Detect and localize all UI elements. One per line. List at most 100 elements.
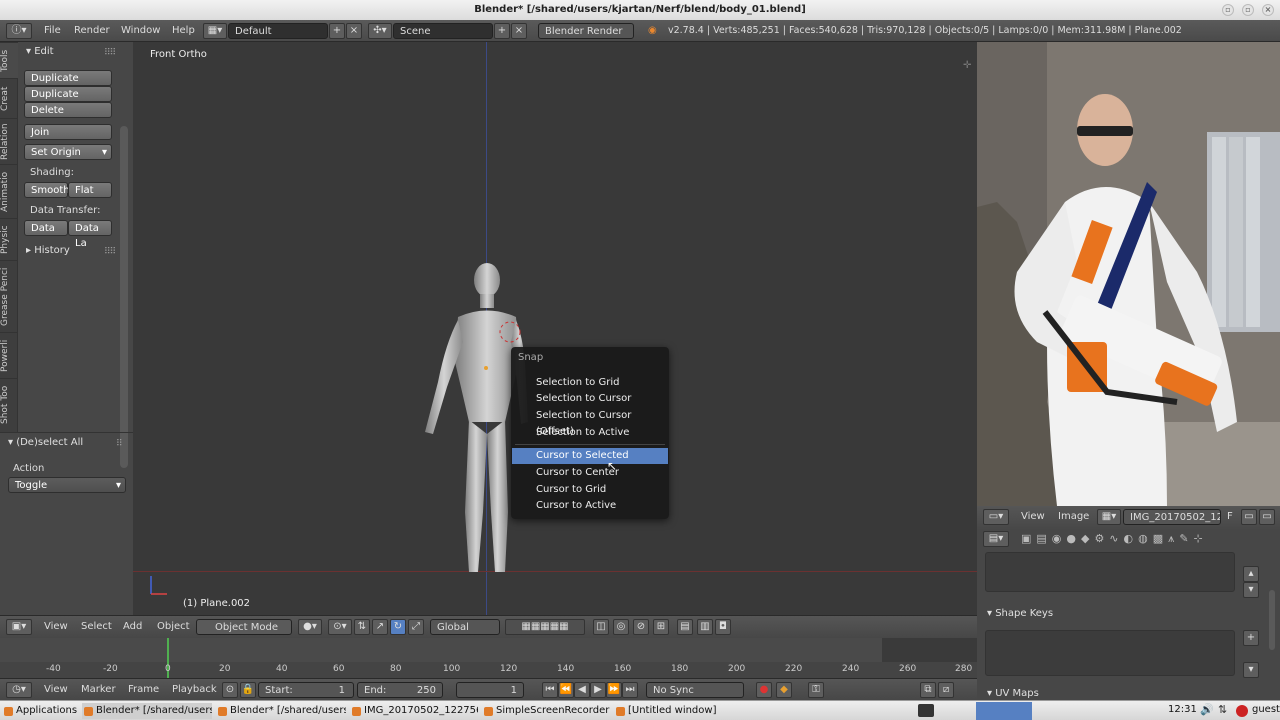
render-anim-icon[interactable]: ▥: [697, 619, 713, 635]
record-icon[interactable]: ●: [756, 682, 772, 698]
snap-element-icon[interactable]: ⊞: [653, 619, 669, 635]
proportional-icon[interactable]: ◎: [613, 619, 629, 635]
keying-set-icon[interactable]: ⚿: [808, 682, 824, 698]
timeline-ruler[interactable]: [0, 638, 977, 662]
shape-keys-list[interactable]: [985, 630, 1235, 676]
workspace-switcher[interactable]: [976, 702, 1032, 720]
layout-field[interactable]: Default: [228, 23, 328, 39]
join-button[interactable]: Join: [24, 124, 112, 140]
menu-item-selection-to-active[interactable]: Selection to Active: [512, 425, 668, 441]
editor-type-icon[interactable]: ▣▾: [6, 619, 32, 635]
translate-icon[interactable]: ↗: [372, 619, 388, 635]
tab-grease-pencil[interactable]: Grease Penci: [0, 260, 18, 332]
tab-relation[interactable]: Relation: [0, 118, 18, 164]
pivot-icon[interactable]: ⊙▾: [328, 619, 352, 635]
menu-add[interactable]: Add: [123, 619, 142, 635]
keyframe-icon[interactable]: ◆: [776, 682, 792, 698]
menu-item-cursor-to-grid[interactable]: Cursor to Grid: [512, 482, 668, 498]
sync-mode-select[interactable]: No Sync: [646, 682, 744, 698]
history-panel-header[interactable]: ▸ History: [26, 245, 70, 256]
render-engine-select[interactable]: Blender Render: [538, 23, 634, 39]
tab-physics[interactable]: Physic: [0, 218, 18, 260]
current-frame-field[interactable]: 1: [456, 682, 524, 698]
drag-handle-icon[interactable]: ⠿⠿: [104, 247, 116, 257]
menu-item-cursor-to-selected[interactable]: Cursor to Selected: [512, 448, 668, 464]
rotate-icon[interactable]: ↻: [390, 619, 406, 635]
data-button[interactable]: Data: [24, 220, 68, 236]
shape-keys-header[interactable]: ▾ Shape Keys: [987, 608, 1053, 619]
layers-icon[interactable]: ▦▦▦▦▦: [505, 619, 585, 635]
edit-panel-header[interactable]: ▾ Edit: [26, 46, 54, 57]
drag-handle-icon[interactable]: ⠿⠿: [104, 48, 116, 58]
menu-item-selection-to-cursor[interactable]: Selection to Cursor: [512, 391, 668, 407]
delete-key-icon[interactable]: ⧄: [938, 682, 954, 698]
menu-file[interactable]: File: [44, 23, 61, 39]
menu-playback[interactable]: Playback: [172, 682, 217, 698]
new-image-icon[interactable]: ▭: [1241, 509, 1257, 525]
menu-item-selection-to-cursor-offset[interactable]: Selection to Cursor (Offset): [512, 408, 668, 437]
network-icon[interactable]: ⇅: [1218, 703, 1227, 716]
uv-maps-header[interactable]: ▾ UV Maps: [987, 688, 1039, 699]
smooth-button[interactable]: Smooth: [24, 182, 70, 198]
lock-icon[interactable]: 🔒: [240, 682, 256, 698]
open-image-icon[interactable]: ▭: [1259, 509, 1275, 525]
move-up-icon[interactable]: ▴: [1243, 566, 1259, 582]
close-button[interactable]: ×: [1262, 4, 1274, 16]
duplicate-button[interactable]: Duplicate: [24, 70, 112, 86]
power-icon[interactable]: [1236, 705, 1248, 717]
play-icon[interactable]: ▶: [590, 682, 606, 698]
set-origin-button[interactable]: Set Origin ▾: [24, 144, 112, 160]
tab-shot-tools[interactable]: Shot Too: [0, 378, 18, 430]
menu-marker[interactable]: Marker: [81, 682, 116, 698]
jump-start-icon[interactable]: ⏮: [542, 682, 558, 698]
task-image-viewer[interactable]: IMG_20170502_122756.j...: [350, 703, 478, 719]
end-frame-field[interactable]: End: 250: [357, 682, 443, 698]
move-down-icon[interactable]: ▾: [1243, 582, 1259, 598]
image-editor-view[interactable]: [977, 42, 1280, 506]
shading-mode-icon[interactable]: ●▾: [298, 619, 322, 635]
menu-object[interactable]: Object: [157, 619, 190, 635]
delete-button[interactable]: Delete: [24, 102, 112, 118]
menu-item-cursor-to-active[interactable]: Cursor to Active: [512, 498, 668, 514]
menu-image[interactable]: Image: [1058, 509, 1089, 525]
menu-view[interactable]: View: [44, 619, 68, 635]
jump-key-back-icon[interactable]: ⏪: [558, 682, 574, 698]
jump-key-forward-icon[interactable]: ⏩: [606, 682, 622, 698]
applications-menu[interactable]: Applications: [2, 703, 78, 719]
tool-shelf-scrollbar[interactable]: [120, 126, 128, 468]
start-frame-field[interactable]: Start: 1: [258, 682, 354, 698]
task-untitled-window[interactable]: [Untitled window]: [614, 703, 744, 719]
tab-create[interactable]: Creat: [0, 78, 18, 118]
menu-item-selection-to-grid[interactable]: Selection to Grid: [512, 375, 668, 391]
menu-select[interactable]: Select: [81, 619, 112, 635]
maximize-button[interactable]: ▫: [1242, 4, 1254, 16]
screen-layout-icon[interactable]: ▦▾: [203, 23, 227, 39]
volume-icon[interactable]: 🔊: [1200, 703, 1214, 716]
tab-animation[interactable]: Animatio: [0, 164, 18, 218]
orientation-select[interactable]: Global: [430, 619, 500, 635]
insert-key-icon[interactable]: ⧉: [920, 682, 936, 698]
add-layout-icon[interactable]: +: [329, 23, 345, 39]
menu-render[interactable]: Render: [74, 23, 110, 39]
add-scene-icon[interactable]: +: [494, 23, 510, 39]
camera-icon[interactable]: ◘: [715, 619, 731, 635]
tab-powerlib[interactable]: Powerli: [0, 332, 18, 378]
region-toggle-icon[interactable]: ✛: [963, 60, 971, 71]
editor-type-icon[interactable]: ▭▾: [983, 509, 1009, 525]
task-screen-recorder[interactable]: SimpleScreenRecorder: [482, 703, 610, 719]
add-shape-key-icon[interactable]: +: [1243, 630, 1259, 646]
fake-user-button[interactable]: F: [1227, 509, 1233, 525]
drag-handle-icon[interactable]: ⠿: [116, 439, 123, 449]
shape-key-menu-icon[interactable]: ▾: [1243, 662, 1259, 678]
human-body-model[interactable]: [133, 42, 977, 615]
manipulator-toggle-icon[interactable]: ⇅: [354, 619, 370, 635]
scale-icon[interactable]: ⤢: [408, 619, 424, 635]
menu-view[interactable]: View: [44, 682, 68, 698]
deselect-panel-header[interactable]: ▾ (De)select All: [8, 437, 83, 448]
flat-button[interactable]: Flat: [68, 182, 112, 198]
menu-window[interactable]: Window: [121, 23, 160, 39]
menu-view[interactable]: View: [1021, 509, 1045, 525]
mode-select[interactable]: Object Mode: [196, 619, 292, 635]
tab-tools[interactable]: Tools: [0, 42, 18, 78]
vertex-groups-list[interactable]: [985, 552, 1235, 592]
